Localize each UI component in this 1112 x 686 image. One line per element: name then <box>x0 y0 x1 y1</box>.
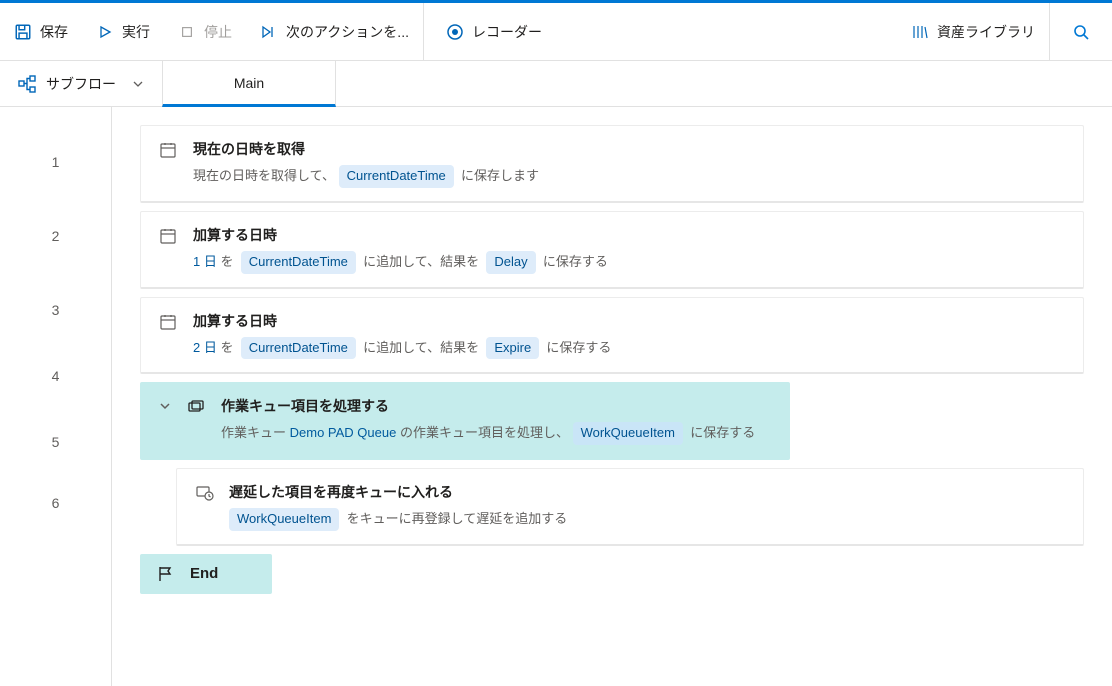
action-description: 現在の日時を取得して、 CurrentDateTime に保存します <box>193 165 1065 188</box>
variable-pill: CurrentDateTime <box>241 251 356 274</box>
variable-pill: Expire <box>486 337 539 360</box>
action-title: 現在の日時を取得 <box>193 139 1065 159</box>
line-number: 5 <box>0 405 111 479</box>
subflow-bar: サブフロー Main <box>0 61 1112 107</box>
record-icon <box>446 23 464 41</box>
workspace: 1 2 3 4 5 6 現在の日時を取得 現在の日時を取得して、 Current… <box>0 107 1112 686</box>
action-title: 遅延した項目を再度キューに入れる <box>229 482 1065 502</box>
action-description: 作業キュー Demo PAD Queue の作業キュー項目を処理し、 WorkQ… <box>221 422 771 445</box>
line-number: 6 <box>0 479 111 527</box>
chevron-down-icon <box>132 78 144 90</box>
stop-icon <box>178 23 196 41</box>
queue-icon <box>187 398 207 416</box>
next-action-label: 次のアクションを... <box>286 22 409 42</box>
library-icon <box>911 23 929 41</box>
calendar-icon <box>159 313 179 331</box>
calendar-icon <box>159 227 179 245</box>
play-icon <box>96 23 114 41</box>
save-label: 保存 <box>40 22 68 42</box>
line-gutter: 1 2 3 4 5 6 <box>0 107 112 686</box>
requeue-icon <box>195 484 215 502</box>
action-add-days-2[interactable]: 加算する日時 2 日 を CurrentDateTime に追加して、結果を E… <box>140 297 1084 375</box>
action-description: 1 日 を CurrentDateTime に追加して、結果を Delay に保… <box>193 251 1065 274</box>
line-number: 1 <box>0 125 111 199</box>
stop-label: 停止 <box>204 22 232 42</box>
line-number: 4 <box>0 347 111 405</box>
queue-name: Demo PAD Queue <box>290 425 397 440</box>
search-button[interactable] <box>1050 3 1112 61</box>
save-icon <box>14 23 32 41</box>
asset-library-button[interactable]: 資産ライブラリ <box>897 3 1049 61</box>
flag-icon <box>156 565 176 583</box>
chevron-down-icon[interactable] <box>159 400 173 412</box>
subflow-icon <box>18 75 36 93</box>
line-number: 2 <box>0 199 111 273</box>
action-requeue-delayed-item[interactable]: 遅延した項目を再度キューに入れる WorkQueueItem をキューに再登録し… <box>176 468 1084 546</box>
action-description: 2 日 を CurrentDateTime に追加して、結果を Expire に… <box>193 337 1065 360</box>
stop-button: 停止 <box>164 3 246 61</box>
line-number: 3 <box>0 273 111 347</box>
action-title: 加算する日時 <box>193 225 1065 245</box>
tab-main-label: Main <box>234 75 264 91</box>
tab-main[interactable]: Main <box>162 61 336 107</box>
variable-pill: CurrentDateTime <box>241 337 356 360</box>
action-description: WorkQueueItem をキューに再登録して遅延を追加する <box>229 508 1065 531</box>
variable-pill: WorkQueueItem <box>229 508 339 531</box>
search-icon <box>1072 23 1090 41</box>
variable-pill: WorkQueueItem <box>573 422 683 445</box>
recorder-button[interactable]: レコーダー <box>424 3 556 61</box>
recorder-label: レコーダー <box>472 22 542 42</box>
next-action-button[interactable]: 次のアクションを... <box>246 3 423 61</box>
flow-canvas: 現在の日時を取得 現在の日時を取得して、 CurrentDateTime に保存… <box>112 107 1112 686</box>
main-toolbar: 保存 実行 停止 次のアクションを... レコーダー <box>0 3 1112 61</box>
action-get-current-datetime[interactable]: 現在の日時を取得 現在の日時を取得して、 CurrentDateTime に保存… <box>140 125 1084 203</box>
action-process-work-queue[interactable]: 作業キュー項目を処理する 作業キュー Demo PAD Queue の作業キュー… <box>140 382 790 460</box>
action-add-days-1[interactable]: 加算する日時 1 日 を CurrentDateTime に追加して、結果を D… <box>140 211 1084 289</box>
calendar-icon <box>159 141 179 159</box>
subflow-dropdown[interactable]: サブフロー <box>0 61 162 107</box>
action-title: 作業キュー項目を処理する <box>221 396 771 416</box>
action-title: 加算する日時 <box>193 311 1065 331</box>
run-button[interactable]: 実行 <box>82 3 164 61</box>
subflow-label: サブフロー <box>46 74 116 94</box>
action-end[interactable]: End <box>140 554 272 594</box>
variable-pill: Delay <box>486 251 535 274</box>
step-icon <box>260 23 278 41</box>
save-button[interactable]: 保存 <box>0 3 82 61</box>
asset-library-label: 資産ライブラリ <box>937 22 1035 42</box>
variable-pill: CurrentDateTime <box>339 165 454 188</box>
action-title: End <box>190 565 256 582</box>
run-label: 実行 <box>122 22 150 42</box>
